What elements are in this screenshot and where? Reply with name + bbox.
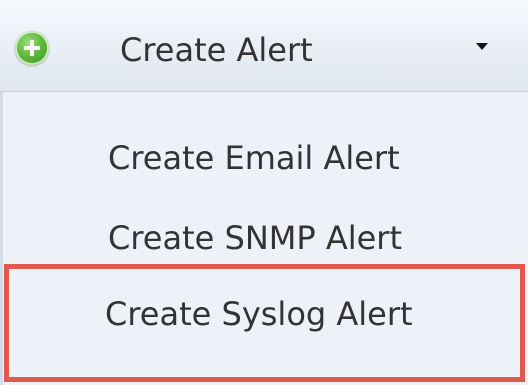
menu-item-create-email-alert[interactable]: Create Email Alert [3,116,528,200]
menu-item-label: Create Syslog Alert [105,295,413,333]
menu-item-label: Create SNMP Alert [108,219,402,257]
create-alert-button[interactable]: Create Alert [0,0,528,92]
plus-circle-icon [15,31,49,65]
create-alert-label: Create Alert [120,31,313,69]
menu-item-label: Create Email Alert [108,139,400,177]
chevron-down-icon[interactable] [476,43,488,50]
create-alert-dropdown: Create Alert Create Email Alert Create S… [0,0,528,385]
